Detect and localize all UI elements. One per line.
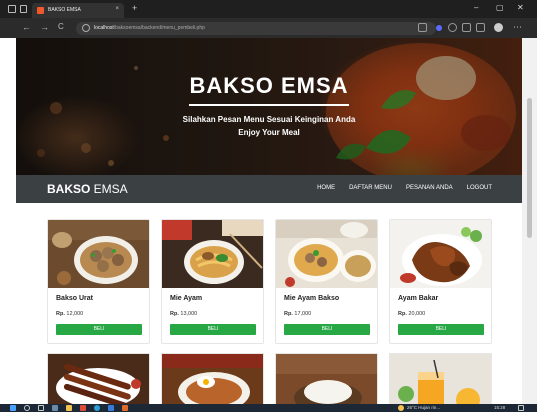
menu-name: Ayam Bakar — [398, 295, 439, 302]
weather-text[interactable]: 26°C Hujan rin... — [407, 405, 440, 410]
nav-links: HOME DAFTAR MENU PESANAN ANDA LOGOUT — [317, 185, 492, 191]
menu-card-row2-3 — [275, 353, 378, 404]
url-host: localhost — [94, 25, 114, 31]
favorites-icon[interactable] — [462, 23, 471, 32]
read-aloud-icon[interactable] — [418, 23, 427, 32]
menu-card-mie-ayam-bakso: Mie Ayam Bakso Rp. 17,000 BELI — [275, 219, 378, 344]
site-info-icon[interactable] — [82, 24, 90, 32]
menu-image-es-jeruk — [390, 354, 491, 404]
menu-image-mie-ayam — [162, 220, 263, 288]
notification-icon[interactable] — [518, 405, 524, 411]
maximize-button[interactable]: ▢ — [496, 3, 504, 12]
minimize-button[interactable]: – — [474, 3, 478, 12]
menu-image-nasi-putih — [276, 354, 377, 404]
nav-link-daftar-menu[interactable]: DAFTAR MENU — [349, 185, 392, 191]
clock-time[interactable]: 15:28 — [494, 405, 505, 410]
nav-link-pesanan-anda[interactable]: PESANAN ANDA — [406, 185, 453, 191]
app-icon[interactable] — [108, 405, 114, 411]
site-brand[interactable]: BAKSO EMSA — [47, 182, 128, 196]
file-explorer-icon[interactable] — [66, 405, 72, 411]
hero-title: BAKSO EMSA — [189, 73, 349, 98]
tab-close-icon[interactable]: × — [115, 6, 119, 12]
menu-price: Rp. 12,000 — [56, 311, 84, 317]
browser-menu-button[interactable]: ⋯ — [513, 22, 522, 33]
browser-toolbar: ← → C localhost/baksoemsa/backend/menu_p… — [0, 18, 537, 38]
hero-banner: BAKSO EMSA Silahkan Pesan Menu Sesuai Ke… — [16, 38, 522, 175]
edge-browser-icon[interactable] — [94, 405, 100, 411]
app-icon[interactable] — [122, 405, 128, 411]
menu-name: Bakso Urat — [56, 295, 93, 302]
collections-icon[interactable] — [476, 23, 485, 32]
os-taskbar: 26°C Hujan rin... 15:28 — [0, 404, 537, 412]
browser-tab-active[interactable]: BAKSO EMSA × — [32, 3, 124, 18]
hero-subtitle-line2: Enjoy Your Meal — [238, 128, 300, 137]
nav-link-home[interactable]: HOME — [317, 185, 335, 191]
beli-button-ayam-bakar[interactable]: BELI — [398, 324, 484, 335]
menu-image-mie-ayam-bakso — [276, 220, 377, 288]
menu-card-row2-2 — [161, 353, 264, 404]
menu-card-bakso-urat: Bakso Urat Rp. 12,000 BELI — [47, 219, 150, 344]
hero-divider — [189, 104, 349, 106]
beli-button-bakso-urat[interactable]: BELI — [56, 324, 142, 335]
tab-favicon-icon — [37, 7, 44, 14]
menu-name: Mie Ayam — [170, 295, 203, 302]
address-bar[interactable]: localhost/baksoemsa/backend/menu_pembeli… — [76, 22, 436, 35]
nav-link-logout[interactable]: LOGOUT — [467, 185, 492, 191]
hero-overlay — [16, 38, 522, 175]
menu-image-ayam-bakar — [390, 220, 491, 288]
task-view-icon[interactable] — [38, 405, 44, 411]
search-icon[interactable] — [24, 405, 30, 411]
window-menu-icon[interactable] — [8, 5, 16, 13]
url-path: /baksoemsa/backend/menu_pembeli.php — [113, 25, 205, 31]
close-window-button[interactable]: ✕ — [517, 3, 524, 12]
hero-subtitle-line1: Silahkan Pesan Menu Sesuai Keinginan And… — [182, 115, 356, 124]
brand-rest: EMSA — [90, 182, 128, 196]
menu-card-row2-4 — [389, 353, 492, 404]
app-icon[interactable] — [80, 405, 86, 411]
beli-button-mie-ayam[interactable]: BELI — [170, 324, 256, 335]
tab-actions-icon[interactable] — [20, 5, 27, 13]
new-tab-button[interactable]: + — [132, 3, 137, 13]
favorite-star-icon[interactable] — [448, 23, 457, 32]
reload-button[interactable]: C — [58, 22, 64, 31]
menu-price: Rp. 13,000 — [170, 311, 198, 317]
menu-price: Rp. 17,000 — [284, 311, 312, 317]
beli-button-mie-ayam-bakso[interactable]: BELI — [284, 324, 370, 335]
scrollbar-thumb[interactable] — [527, 98, 532, 238]
weather-icon[interactable] — [398, 405, 404, 411]
menu-price: Rp. 20,000 — [398, 311, 426, 317]
brand-bold: BAKSO — [47, 182, 91, 196]
browser-window: BAKSO EMSA × + – ▢ ✕ ← → C localhost/bak… — [0, 0, 537, 412]
extension-icon[interactable] — [436, 25, 442, 31]
menu-image-bakso-urat — [48, 220, 149, 288]
widgets-icon[interactable] — [52, 405, 58, 411]
menu-name: Mie Ayam Bakso — [284, 295, 340, 302]
profile-avatar-icon[interactable] — [494, 23, 503, 32]
page-scrollbar[interactable] — [522, 38, 537, 404]
page-viewport: BAKSO EMSA Silahkan Pesan Menu Sesuai Ke… — [16, 38, 522, 404]
tab-title: BAKSO EMSA — [48, 7, 81, 13]
site-navbar: BAKSO EMSA HOME DAFTAR MENU PESANAN ANDA… — [16, 175, 522, 203]
menu-image-nasi-goreng — [162, 354, 263, 404]
browser-titlebar: BAKSO EMSA × + – ▢ ✕ — [0, 0, 537, 18]
hero-subtitle: Silahkan Pesan Menu Sesuai Keinginan And… — [159, 113, 379, 139]
menu-card-ayam-bakar: Ayam Bakar Rp. 20,000 BELI — [389, 219, 492, 344]
menu-image-sate — [48, 354, 149, 404]
windows-start-icon[interactable] — [10, 405, 16, 411]
forward-button[interactable]: → — [40, 22, 49, 32]
back-button[interactable]: ← — [22, 22, 31, 32]
menu-card-mie-ayam: Mie Ayam Rp. 13,000 BELI — [161, 219, 264, 344]
menu-card-row2-1 — [47, 353, 150, 404]
